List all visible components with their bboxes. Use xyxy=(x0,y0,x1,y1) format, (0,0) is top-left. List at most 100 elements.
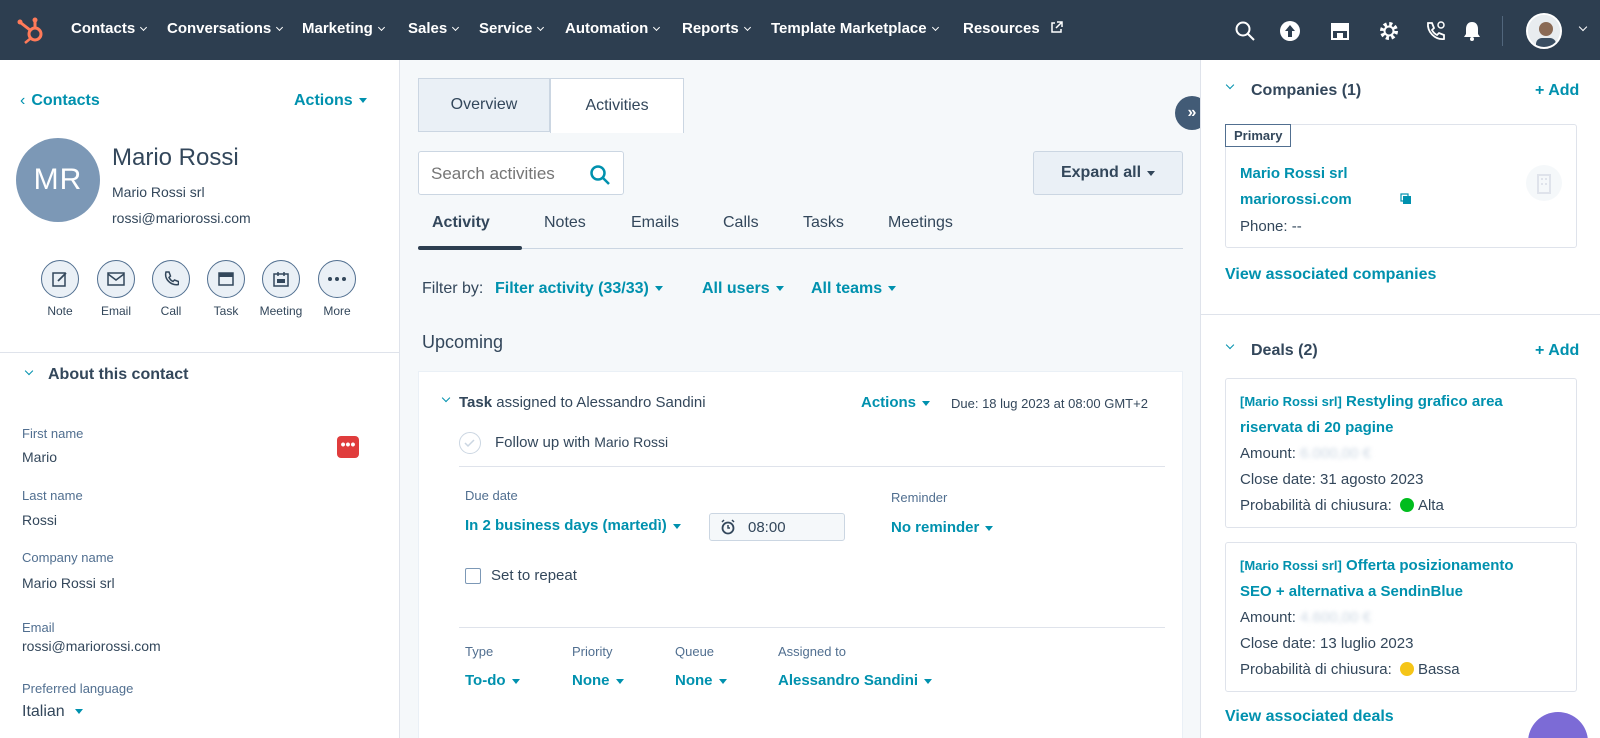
deal-name-line2[interactable]: riservata di 20 pagine xyxy=(1240,419,1393,436)
add-company-button[interactable]: + Add xyxy=(1535,82,1579,100)
more-options-icon[interactable]: ••• xyxy=(337,436,359,458)
company-name-label: Company name xyxy=(22,550,114,565)
copy-icon[interactable] xyxy=(1400,193,1412,205)
expand-all-label: Expand all xyxy=(1060,164,1142,181)
set-to-repeat-label[interactable]: Set to repeat xyxy=(491,567,577,584)
queue-label: Queue xyxy=(675,644,715,659)
last-name-value[interactable]: Rossi xyxy=(22,512,57,528)
search-icon[interactable] xyxy=(1234,20,1256,42)
task-card: Task assigned to Alessandro Sandini Acti… xyxy=(418,371,1183,738)
probability-value: Bassa xyxy=(1417,661,1460,678)
view-associated-deals-link[interactable]: View associated deals xyxy=(1225,708,1394,726)
collapse-chevron-icon[interactable] xyxy=(1225,340,1235,350)
search-icon[interactable] xyxy=(589,164,611,186)
user-avatar[interactable] xyxy=(1526,13,1562,49)
quick-action-label: Meeting xyxy=(259,304,303,318)
subtab-calls[interactable]: Calls xyxy=(723,214,759,232)
nav-service[interactable]: Service xyxy=(479,20,545,37)
deal-name-link[interactable]: [Mario Rossi srl] Restyling grafico area xyxy=(1240,393,1503,410)
type-dropdown[interactable]: To-do xyxy=(465,672,520,689)
tab-activities[interactable]: Activities xyxy=(550,78,684,133)
collapse-chevron-icon[interactable] xyxy=(441,393,451,403)
note-icon xyxy=(41,260,79,298)
account-menu-chevron-icon[interactable] xyxy=(1578,22,1588,32)
time-input[interactable]: 08:00 xyxy=(709,513,845,541)
caret-down-icon xyxy=(775,286,784,292)
add-deal-button[interactable]: + Add xyxy=(1535,342,1579,360)
upgrade-icon[interactable] xyxy=(1279,20,1301,42)
nav-label: Automation xyxy=(565,20,649,37)
nav-marketing[interactable]: Marketing xyxy=(302,20,385,37)
company-domain-link[interactable]: mariorossi.com xyxy=(1240,191,1352,208)
email-value[interactable]: rossi@mariorossi.com xyxy=(22,638,161,654)
caret-down-icon xyxy=(924,678,933,684)
associations-sidebar: Companies (1) + Add Mario Rossi srl mari… xyxy=(1200,60,1600,738)
due-date-dropdown[interactable]: In 2 business days (martedì) xyxy=(465,517,681,534)
notifications-icon[interactable] xyxy=(1461,20,1483,42)
task-subject[interactable]: Follow up with Mario Rossi xyxy=(495,434,668,451)
company-name-value[interactable]: Mario Rossi srl xyxy=(22,575,115,591)
nav-reports[interactable]: Reports xyxy=(682,20,751,37)
set-to-repeat-checkbox[interactable] xyxy=(465,568,481,584)
subtab-activity[interactable]: Activity xyxy=(432,214,490,232)
contact-sidebar: ‹ Contacts Actions MR Mario Rossi Mario R… xyxy=(0,60,400,738)
collapse-chevron-icon[interactable] xyxy=(24,366,34,376)
filter-teams-dropdown[interactable]: All teams xyxy=(811,280,897,298)
calling-icon[interactable] xyxy=(1424,20,1446,42)
subtab-meetings[interactable]: Meetings xyxy=(888,214,953,232)
caret-down-icon xyxy=(615,678,624,684)
task-actions-button[interactable]: Actions xyxy=(861,394,931,411)
deal-name-link[interactable]: [Mario Rossi srl] Offerta posizionamento xyxy=(1240,557,1514,574)
nav-contacts[interactable]: Contacts xyxy=(71,20,148,37)
nav-label: Sales xyxy=(408,20,448,37)
contact-actions-button[interactable]: Actions xyxy=(294,92,367,110)
companies-section-title[interactable]: Companies (1) xyxy=(1251,82,1361,100)
quick-action-meeting[interactable]: Meeting xyxy=(251,260,311,318)
search-input[interactable] xyxy=(431,164,581,184)
view-associated-companies-link[interactable]: View associated companies xyxy=(1225,266,1436,284)
nav-conversations[interactable]: Conversations xyxy=(167,20,284,37)
company-name-link[interactable]: Mario Rossi srl xyxy=(1240,165,1348,182)
subtab-tasks[interactable]: Tasks xyxy=(803,214,844,232)
back-to-contacts-link[interactable]: ‹ Contacts xyxy=(20,92,100,110)
filter-activity-dropdown[interactable]: Filter activity (33/33) xyxy=(495,280,663,298)
first-name-value[interactable]: Mario xyxy=(22,449,57,465)
nav-sales[interactable]: Sales xyxy=(408,20,460,37)
task-actions-label: Actions xyxy=(861,394,917,411)
task-complete-checkbox[interactable] xyxy=(459,432,481,454)
quick-action-note[interactable]: Note xyxy=(30,260,90,318)
hubspot-logo-icon[interactable] xyxy=(16,16,46,46)
deal-close-date: Close date: 31 agosto 2023 xyxy=(1240,471,1424,488)
deals-section-title[interactable]: Deals (2) xyxy=(1251,342,1318,360)
tab-overview[interactable]: Overview xyxy=(418,78,550,132)
quick-action-call[interactable]: Call xyxy=(141,260,201,318)
nav-automation[interactable]: Automation xyxy=(565,20,661,37)
subtab-emails[interactable]: Emails xyxy=(631,214,679,232)
task-icon xyxy=(207,260,245,298)
collapse-chevron-icon[interactable] xyxy=(1225,80,1235,90)
quick-action-email[interactable]: Email xyxy=(86,260,146,318)
deal-name-line1: Offerta posizionamento xyxy=(1346,557,1514,574)
filter-users-dropdown[interactable]: All users xyxy=(702,280,784,298)
more-icon xyxy=(318,260,356,298)
tab-label: Overview xyxy=(450,96,518,113)
deal-close-date: Close date: 13 luglio 2023 xyxy=(1240,635,1414,652)
nav-template-marketplace[interactable]: Template Marketplace xyxy=(771,20,939,37)
subtab-notes[interactable]: Notes xyxy=(544,214,586,232)
deal-name-line2[interactable]: SEO + alternativa a SendinBlue xyxy=(1240,583,1463,600)
marketplace-icon[interactable] xyxy=(1329,20,1351,42)
nav-resources[interactable]: Resources xyxy=(963,20,1063,37)
about-section-header[interactable]: About this contact xyxy=(48,366,188,384)
reminder-dropdown[interactable]: No reminder xyxy=(891,519,994,536)
expand-all-button[interactable]: Expand all xyxy=(1033,151,1183,195)
assigned-to-dropdown[interactable]: Alessandro Sandini xyxy=(778,672,933,689)
contact-company: Mario Rossi srl xyxy=(112,184,205,200)
quick-action-task[interactable]: Task xyxy=(196,260,256,318)
queue-dropdown[interactable]: None xyxy=(675,672,727,689)
probability-label: Probabilità di chiusura: xyxy=(1240,661,1392,678)
priority-dropdown[interactable]: None xyxy=(572,672,624,689)
settings-icon[interactable] xyxy=(1378,20,1400,42)
building-icon xyxy=(1537,174,1551,194)
preferred-language-select[interactable]: Italian xyxy=(22,703,83,721)
quick-action-more[interactable]: More xyxy=(307,260,367,318)
